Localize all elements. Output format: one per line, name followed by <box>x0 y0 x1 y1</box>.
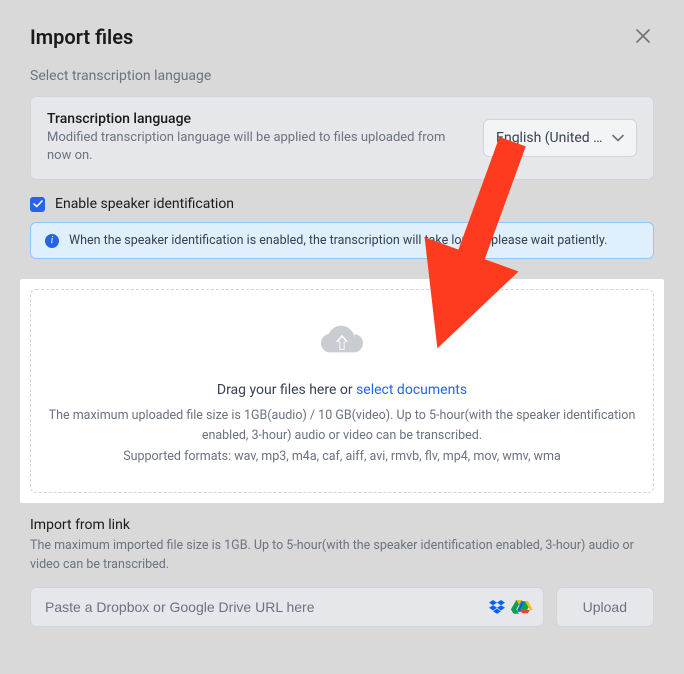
check-icon <box>33 200 43 208</box>
select-documents-link[interactable]: select documents <box>356 382 467 398</box>
transcription-language-box: Transcription language Modified transcri… <box>30 96 654 180</box>
dropzone-prefix: Drag your files here or <box>217 382 356 398</box>
speaker-id-row: Enable speaker identification <box>30 196 654 212</box>
url-input[interactable] <box>41 588 489 626</box>
dropzone-desc: The maximum uploaded file size is 1GB(au… <box>45 406 639 445</box>
language-box-title: Transcription language <box>47 111 467 127</box>
dropzone-highlight: Drag your files here or select documents… <box>20 279 664 503</box>
google-drive-icon <box>517 600 533 614</box>
language-section-label: Select transcription language <box>30 68 654 84</box>
language-box-desc: Modified transcription language will be … <box>47 129 467 165</box>
modal-header: Import files <box>0 0 684 68</box>
dropzone-formats: Supported formats: wav, mp3, m4a, caf, a… <box>45 449 639 464</box>
speaker-id-checkbox[interactable] <box>30 197 45 212</box>
chevron-down-icon <box>612 134 624 142</box>
import-link-desc: The maximum imported file size is 1GB. U… <box>30 537 654 575</box>
speaker-id-label: Enable speaker identification <box>55 196 234 212</box>
speaker-info-text: When the speaker identification is enabl… <box>69 233 607 248</box>
language-selected-value: English (United … <box>496 130 603 146</box>
language-select[interactable]: English (United … <box>483 119 637 157</box>
provider-icons <box>489 600 533 614</box>
import-from-link-section: Import from link The maximum imported fi… <box>30 517 654 627</box>
import-link-title: Import from link <box>30 517 654 533</box>
dropbox-icon <box>489 600 505 614</box>
info-icon: i <box>45 234 59 248</box>
cloud-upload-icon <box>321 322 363 360</box>
url-input-wrap <box>30 587 544 627</box>
close-icon <box>636 29 650 43</box>
upload-button[interactable]: Upload <box>556 587 654 627</box>
close-button[interactable] <box>632 24 654 50</box>
dropzone-main-text: Drag your files here or select documents <box>45 382 639 398</box>
import-files-modal: Import files Select transcription langua… <box>0 0 684 674</box>
file-dropzone[interactable]: Drag your files here or select documents… <box>30 289 654 493</box>
speaker-info-banner: i When the speaker identification is ena… <box>30 222 654 259</box>
modal-title: Import files <box>30 25 133 49</box>
